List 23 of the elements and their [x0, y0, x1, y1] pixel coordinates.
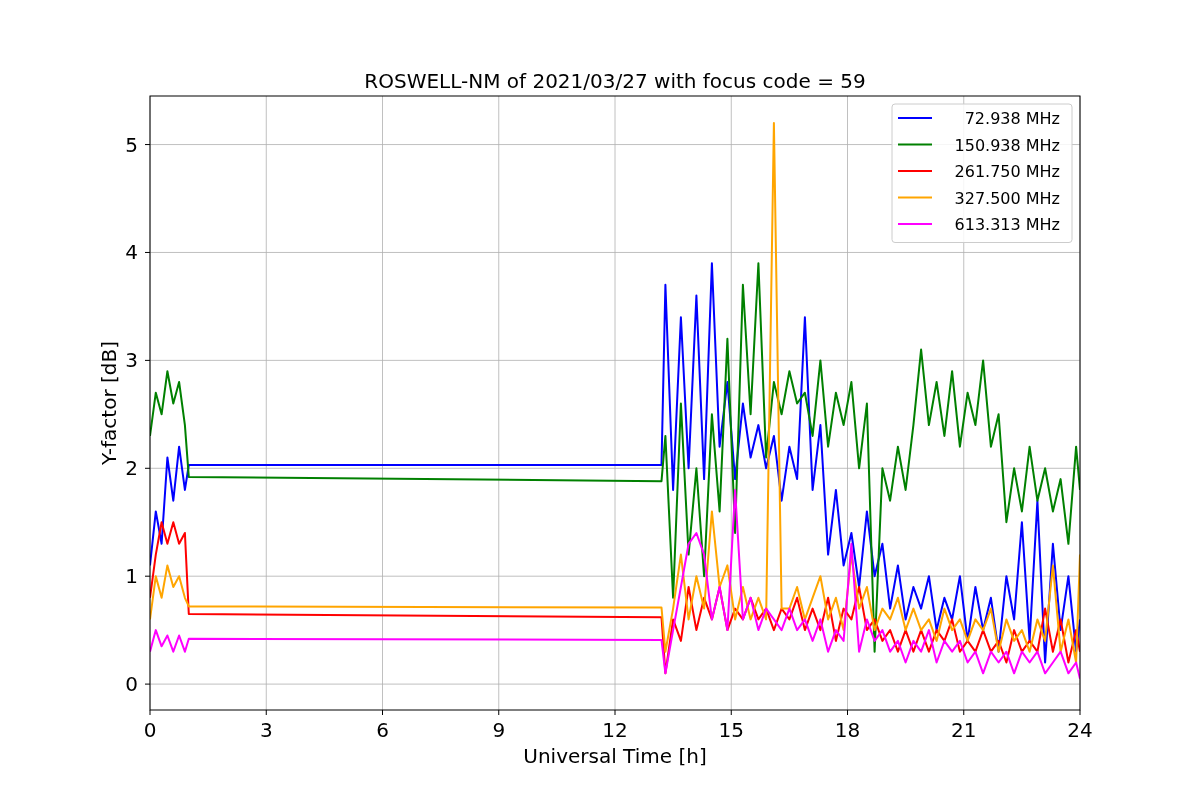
- legend-label: 613.313 MHz: [954, 215, 1060, 234]
- x-tick-label: 6: [376, 718, 389, 742]
- x-tick-label: 12: [602, 718, 628, 742]
- x-tick-label: 3: [259, 718, 273, 742]
- y-tick-label: 1: [125, 564, 138, 589]
- y-tick-label: 3: [125, 348, 138, 373]
- y-tick-label: 2: [125, 456, 138, 481]
- y-axis-label: Y-factor [dB]: [97, 341, 121, 465]
- x-axis-label: Universal Time [h]: [523, 744, 707, 768]
- x-tick-label: 9: [492, 718, 506, 742]
- legend-label: 150.938 MHz: [954, 135, 1060, 155]
- y-tick-label: 5: [125, 132, 138, 157]
- x-tick-label: 24: [1067, 718, 1093, 742]
- legend-label: 261.750 MHz: [954, 162, 1060, 181]
- legend-label: 72.938 MHz: [964, 109, 1060, 128]
- chart-title: ROSWELL-NM of 2021/03/27 with focus code = 59: [364, 69, 866, 93]
- x-tick-label: 18: [834, 718, 861, 742]
- x-tick-label: 0: [143, 718, 157, 742]
- legend-label: 327.500 MHz: [954, 188, 1060, 208]
- x-tick-label: 15: [718, 718, 744, 742]
- y-tick-label: 0: [125, 672, 138, 697]
- y-tick-label: 4: [125, 240, 138, 265]
- x-tick-label: 21: [951, 718, 977, 742]
